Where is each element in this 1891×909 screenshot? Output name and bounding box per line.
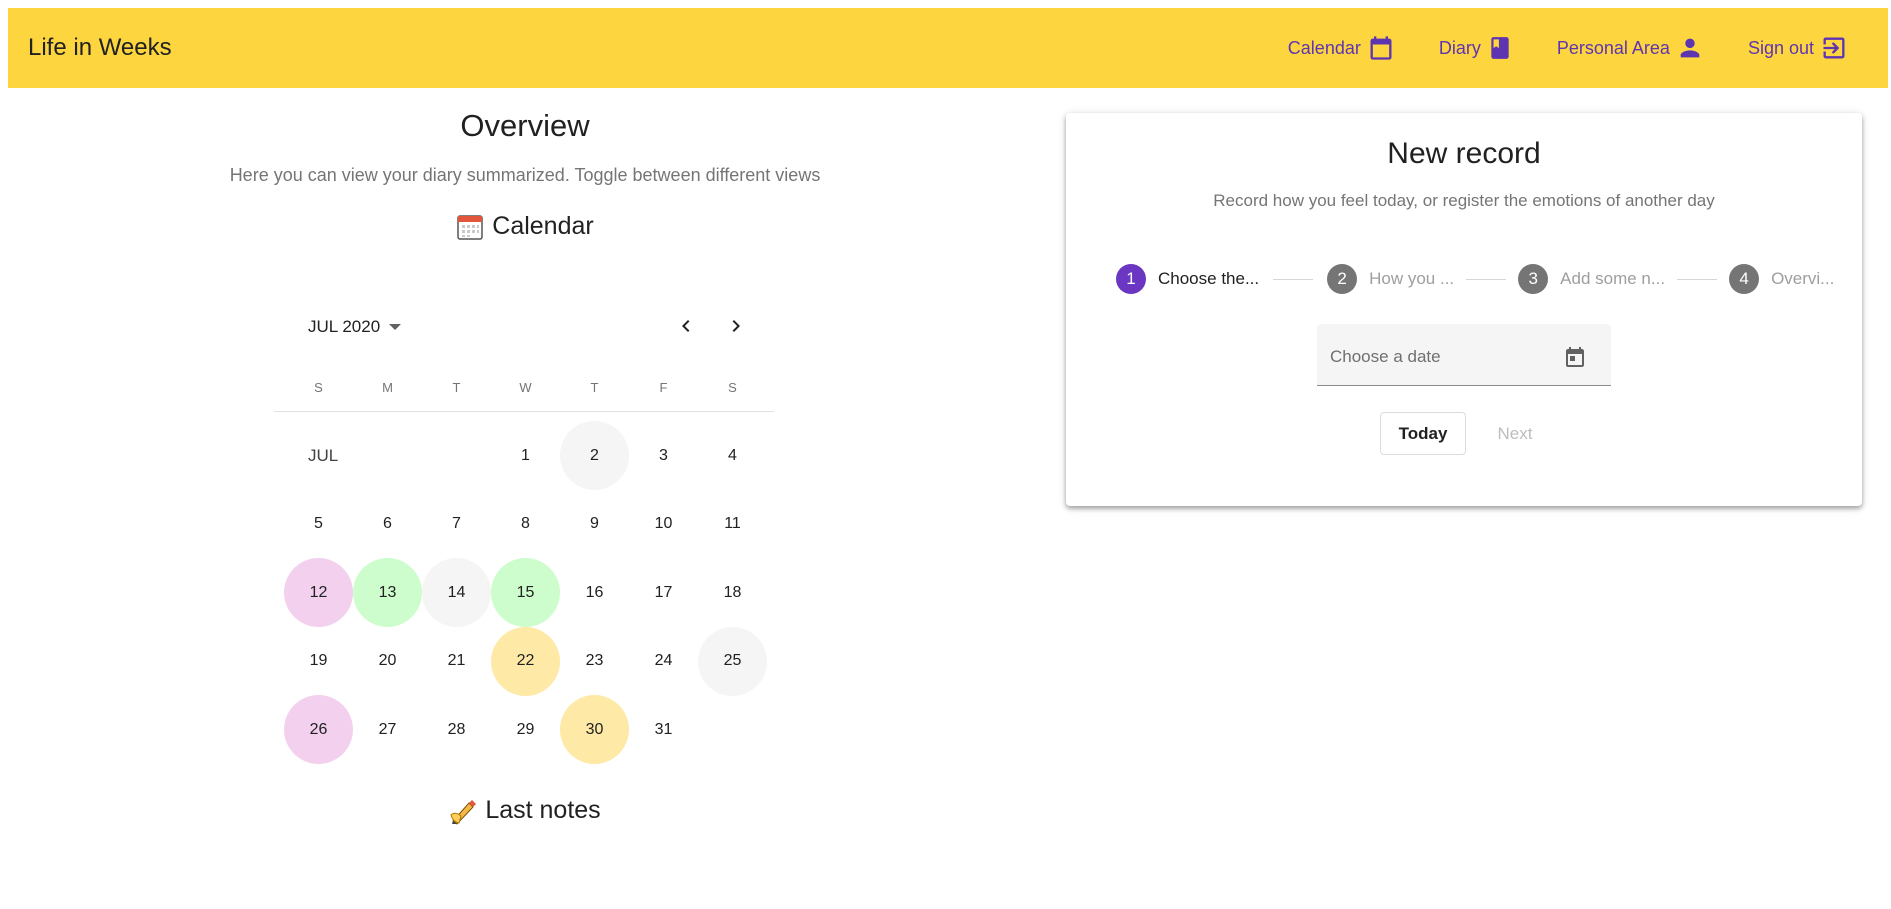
nav-calendar[interactable]: Calendar xyxy=(1288,34,1395,62)
calendar-weekday-header: S M T W T F S xyxy=(284,380,767,395)
calendar-day[interactable]: 22 xyxy=(491,626,560,696)
overview-subtitle: Here you can view your diary summarized.… xyxy=(229,165,821,185)
calendar-period-selector[interactable]: JUL 2020 xyxy=(308,317,402,337)
calendar-day[interactable]: 29 xyxy=(491,695,560,764)
step-number: 2 xyxy=(1327,264,1358,294)
person-icon xyxy=(1680,38,1700,58)
main-nav: Calendar Diary Personal Area Sign out xyxy=(1288,34,1888,62)
nav-sign-out-label: Sign out xyxy=(1747,37,1814,58)
chevron-right-icon xyxy=(732,320,740,332)
calendar-day[interactable]: 14 xyxy=(422,558,491,628)
today-button[interactable]: Today xyxy=(1380,412,1466,455)
calendar-day[interactable]: 13 xyxy=(353,558,422,628)
calendar-day[interactable]: 4 xyxy=(698,421,767,490)
overview-title: Overview xyxy=(460,108,590,143)
step-number: 3 xyxy=(1518,264,1549,294)
weekday-label: S xyxy=(314,380,323,395)
step-choose-date[interactable]: 1 Choose the... xyxy=(1116,264,1259,294)
calendar-day[interactable]: 2 xyxy=(560,421,629,490)
weekday-label: F xyxy=(659,380,668,395)
calendar-day[interactable]: 21 xyxy=(422,627,491,696)
step-overview[interactable]: 4 Overvi... xyxy=(1729,264,1834,294)
calendar-day[interactable]: 6 xyxy=(353,490,422,559)
step-connector xyxy=(1677,278,1718,280)
calendar-day[interactable]: 24 xyxy=(629,627,698,696)
choose-date-field[interactable]: Choose a date xyxy=(1317,324,1611,386)
record-stepper: 1 Choose the... 2 How you ... 3 Add some… xyxy=(1116,264,1834,294)
next-month-button[interactable] xyxy=(722,312,750,340)
calendar-day[interactable]: 26 xyxy=(284,695,353,765)
writing-hand-emoji-icon xyxy=(450,799,477,825)
app-title[interactable]: Life in Weeks xyxy=(28,34,172,62)
weekday-label: T xyxy=(590,380,599,395)
step-label: Add some n... xyxy=(1560,269,1666,288)
calendar-day[interactable]: 3 xyxy=(629,421,698,490)
step-number: 1 xyxy=(1116,264,1146,294)
weekday-label: S xyxy=(728,380,737,395)
calendar-day[interactable]: 19 xyxy=(284,627,353,696)
calendar-divider xyxy=(274,411,774,412)
calendar-emoji-icon xyxy=(457,214,484,240)
step-connector xyxy=(1466,278,1507,280)
step-connector xyxy=(1273,278,1314,280)
calendar-day[interactable]: 25 xyxy=(698,626,767,696)
calendar-day[interactable]: 1 xyxy=(491,421,560,490)
step-number: 4 xyxy=(1729,264,1760,294)
top-app-bar: Life in Weeks Calendar Diary Personal Ar… xyxy=(8,8,1888,88)
new-record-card: New record Record how you feel today, or… xyxy=(1066,113,1862,506)
calendar-picker-icon[interactable] xyxy=(1563,345,1587,369)
caret-down-icon xyxy=(389,324,402,330)
calendar-heading-label: Calendar xyxy=(492,212,594,240)
calendar-month-label: JUL xyxy=(308,446,339,465)
sign-out-icon xyxy=(1823,37,1845,59)
calendar-day[interactable]: 27 xyxy=(353,695,422,764)
step-label: How you ... xyxy=(1369,269,1455,288)
last-notes-label: Last notes xyxy=(485,796,601,824)
nav-calendar-label: Calendar xyxy=(1287,37,1361,58)
nav-diary[interactable]: Diary xyxy=(1439,35,1513,61)
weekday-label: W xyxy=(519,380,532,395)
calendar-day[interactable]: 15 xyxy=(491,558,560,628)
weekday-label: M xyxy=(382,380,393,395)
weekday-label: T xyxy=(452,380,461,395)
next-button[interactable]: Next xyxy=(1480,412,1550,455)
new-record-subtitle: Record how you feel today, or register t… xyxy=(1213,191,1715,210)
nav-personal-area-label: Personal Area xyxy=(1556,37,1670,58)
calendar-day[interactable]: 8 xyxy=(491,490,560,559)
step-add-notes[interactable]: 3 Add some n... xyxy=(1518,264,1665,294)
book-icon xyxy=(1491,37,1509,59)
calendar-day[interactable]: 28 xyxy=(422,695,491,764)
step-label: Choose the... xyxy=(1158,269,1260,288)
calendar-day[interactable]: 11 xyxy=(698,490,767,559)
calendar-day[interactable]: 16 xyxy=(560,558,629,627)
new-record-title: New record xyxy=(1387,137,1541,170)
calendar-day[interactable]: 17 xyxy=(629,558,698,627)
calendar-day[interactable]: 30 xyxy=(560,695,629,765)
calendar-day[interactable]: 18 xyxy=(698,558,767,627)
calendar-day[interactable]: 31 xyxy=(629,695,698,764)
chevron-left-icon xyxy=(682,320,690,332)
date-placeholder: Choose a date xyxy=(1330,347,1441,366)
calendar-icon xyxy=(1370,36,1392,60)
calendar-day[interactable]: 5 xyxy=(284,490,353,559)
calendar-day[interactable]: 23 xyxy=(560,627,629,696)
nav-sign-out[interactable]: Sign out xyxy=(1748,34,1848,62)
nav-personal-area[interactable]: Personal Area xyxy=(1557,34,1704,62)
calendar-day[interactable]: 10 xyxy=(629,490,698,559)
calendar-day[interactable]: 7 xyxy=(422,490,491,559)
calendar-period-label: JUL 2020 xyxy=(308,317,381,336)
previous-month-button[interactable] xyxy=(672,312,700,340)
nav-diary-label: Diary xyxy=(1438,37,1481,58)
calendar-day[interactable]: 9 xyxy=(560,490,629,559)
step-how-you-feel[interactable]: 2 How you ... xyxy=(1327,264,1454,294)
step-label: Overvi... xyxy=(1771,269,1835,288)
last-notes-heading: Last notes xyxy=(0,796,1050,825)
calendar-day[interactable]: 12 xyxy=(284,558,353,628)
calendar-day[interactable]: 20 xyxy=(353,627,422,696)
calendar-section-heading: Calendar xyxy=(0,212,1050,241)
